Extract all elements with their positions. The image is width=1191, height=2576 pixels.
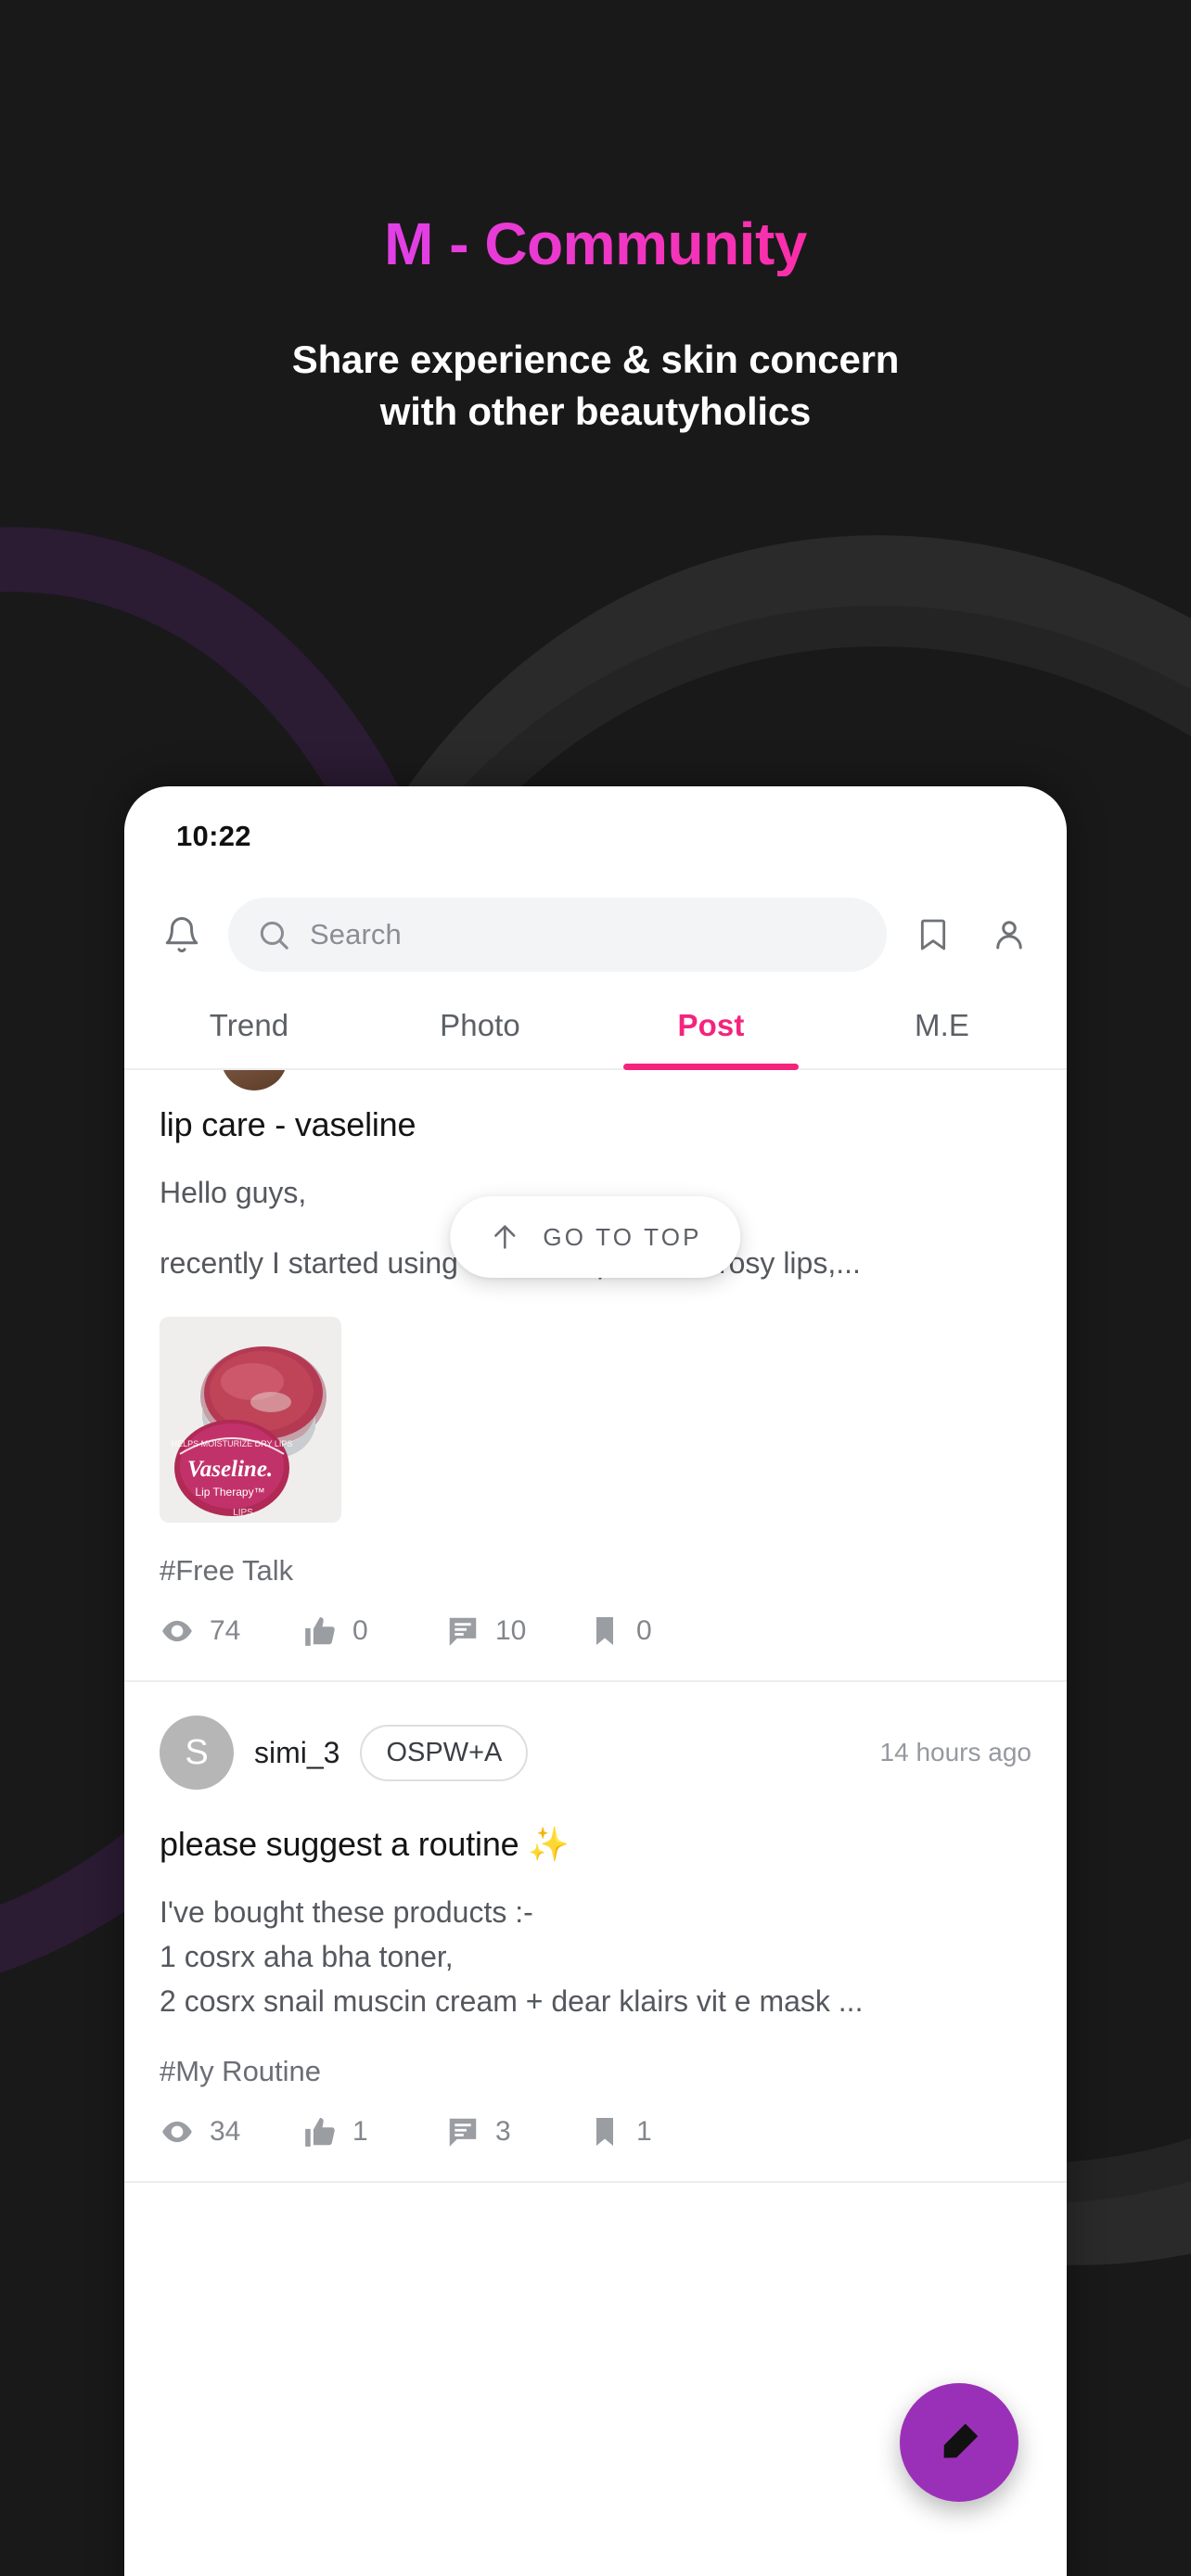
post-body-line-1: I've bought these products :-	[160, 1895, 533, 1929]
arrow-up-icon	[494, 1225, 516, 1249]
stat-saves[interactable]: 1	[588, 2115, 718, 2149]
bell-icon	[165, 917, 198, 952]
bookmark-icon	[920, 919, 946, 950]
post-hashtag[interactable]: #My Routine	[160, 2055, 1031, 2088]
post-hashtag[interactable]: #Free Talk	[160, 1554, 1031, 1588]
tab-bar: Trend Photo Post M.E	[124, 983, 1067, 1070]
avatar[interactable]: S	[160, 1715, 234, 1790]
svg-text:LIPS: LIPS	[233, 1508, 253, 1518]
app-bar: Search	[124, 886, 1067, 983]
stat-comments[interactable]: 10	[445, 1613, 575, 1649]
stat-saves[interactable]: 0	[588, 1614, 718, 1648]
hero-subtitle: Share experience & skin concern with oth…	[0, 334, 1191, 437]
search-icon	[260, 921, 288, 950]
status-badge: OSPW+A	[360, 1724, 529, 1781]
search-placeholder: Search	[310, 918, 402, 950]
avatar	[221, 1070, 288, 1090]
bookmark-icon	[596, 2118, 613, 2146]
stat-likes[interactable]: 1	[302, 2114, 432, 2149]
stat-value: 1	[636, 2116, 652, 2147]
list-item[interactable]: lip care - vaseline Hello guys, recently…	[124, 1070, 1067, 1682]
screenshot-root: M - Community Share experience & skin co…	[0, 0, 1191, 2576]
stat-value: 1	[352, 2116, 368, 2147]
stat-value: 10	[495, 1615, 527, 1646]
tab-post[interactable]: Post	[596, 983, 826, 1070]
thumbs-up-icon	[305, 1616, 335, 1646]
person-icon	[996, 921, 1022, 950]
svg-text:HELPS MOISTURIZE DRY LIPS: HELPS MOISTURIZE DRY LIPS	[172, 1439, 293, 1448]
phone-mockup: 10:22 Search Trend Photo Post M.E lip ca…	[124, 786, 1067, 2576]
post-body-line-3: 2 cosrx snail muscin cream + dear klairs…	[160, 1984, 864, 2018]
bookmark-icon	[596, 1617, 613, 1645]
pencil-icon	[943, 2423, 979, 2458]
vaseline-product-photo: HELPS MOISTURIZE DRY LIPS Vaseline. Lip …	[160, 1317, 341, 1523]
tab-me[interactable]: M.E	[826, 983, 1057, 1068]
post-body-line-2: 1 cosrx aha bha toner,	[160, 1940, 454, 1973]
post-body: I've bought these products :- 1 cosrx ah…	[160, 1890, 1031, 2023]
create-post-button[interactable]	[900, 2383, 1018, 2502]
status-bar-clock: 10:22	[176, 820, 251, 852]
previous-post-clipped	[124, 1070, 1067, 1094]
bookmark-button[interactable]	[903, 905, 963, 964]
stat-value: 0	[636, 1615, 652, 1646]
status-bar: 10:22	[124, 786, 1067, 886]
hero-subtitle-line-1: Share experience & skin concern	[291, 338, 900, 382]
stat-views[interactable]: 34	[160, 2114, 289, 2149]
post-title: please suggest a routine ✨	[160, 1825, 570, 1863]
thumbs-up-icon	[305, 2117, 335, 2147]
stat-value: 74	[210, 1615, 241, 1646]
post-image[interactable]: HELPS MOISTURIZE DRY LIPS Vaseline. Lip …	[160, 1317, 341, 1523]
tab-trend[interactable]: Trend	[134, 983, 365, 1068]
stat-likes[interactable]: 0	[302, 1613, 432, 1649]
comment-icon	[449, 2118, 477, 2147]
notification-button[interactable]	[152, 905, 211, 964]
profile-button[interactable]	[980, 905, 1039, 964]
stat-value: 34	[210, 2116, 241, 2147]
tab-photo[interactable]: Photo	[365, 983, 596, 1068]
stat-value: 0	[352, 1615, 368, 1646]
go-to-top-button[interactable]: GO TO TOP	[450, 1196, 741, 1278]
post-author-username[interactable]: simi_3	[254, 1736, 339, 1770]
eye-icon	[162, 2121, 192, 2143]
svg-text:Lip Therapy™: Lip Therapy™	[195, 1486, 264, 1498]
list-item[interactable]: S simi_3 OSPW+A 14 hours ago please sugg…	[124, 1682, 1067, 2183]
post-stats: 34 1 3 1	[160, 2088, 1031, 2181]
stat-comments[interactable]: 3	[445, 2114, 575, 2149]
hero-section: M - Community Share experience & skin co…	[0, 211, 1191, 437]
stat-value: 3	[495, 2116, 511, 2147]
post-timestamp: 14 hours ago	[879, 1738, 1031, 1766]
go-to-top-label: GO TO TOP	[543, 1222, 702, 1251]
search-input[interactable]: Search	[228, 898, 887, 972]
eye-icon	[162, 1620, 192, 1642]
svg-text:Vaseline.: Vaseline.	[187, 1457, 273, 1482]
page-title: M - Community	[0, 211, 1191, 277]
post-header: S simi_3 OSPW+A 14 hours ago	[160, 1682, 1031, 1790]
hero-subtitle-line-2: with other beautyholics	[379, 389, 812, 433]
post-stats: 74 0 10 0	[160, 1588, 1031, 1680]
stat-views[interactable]: 74	[160, 1613, 289, 1649]
comment-icon	[449, 1617, 477, 1646]
